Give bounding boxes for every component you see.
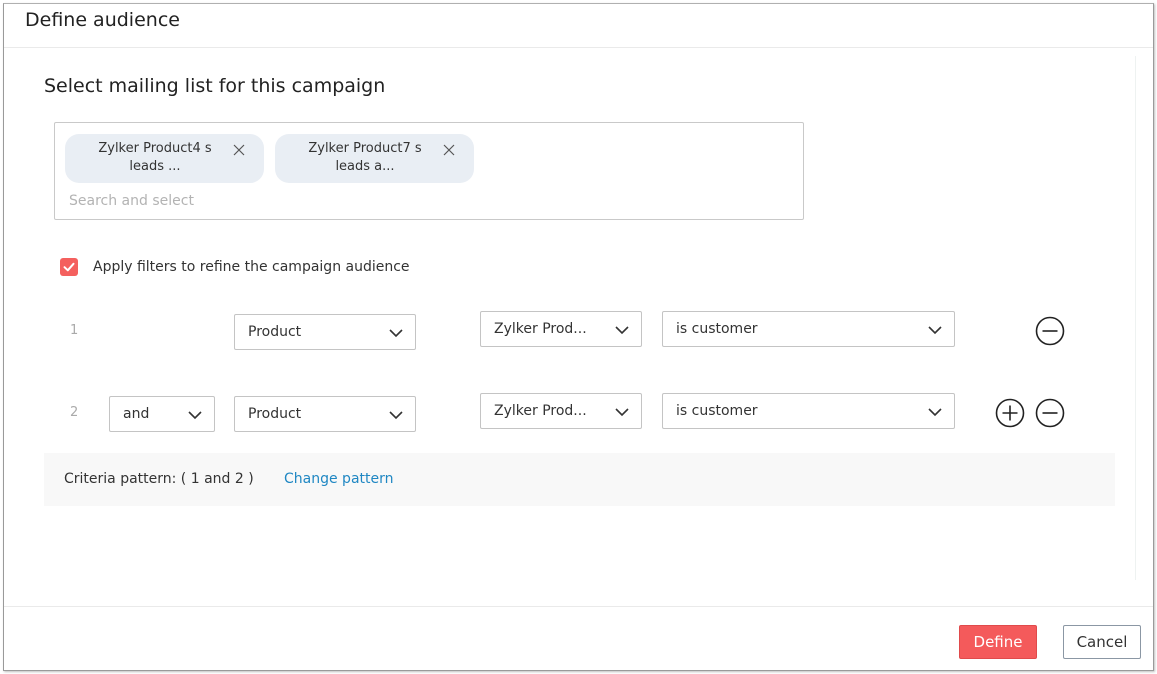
apply-filters-checkbox[interactable] (60, 258, 78, 276)
chevron-down-icon (615, 326, 629, 335)
select-value: Product (248, 406, 302, 422)
criteria-pattern-bar: Criteria pattern: ( 1 and 2 ) Change pat… (44, 453, 1115, 506)
remove-filter-icon[interactable] (1035, 316, 1065, 346)
filter-field-select[interactable]: Product (234, 314, 416, 350)
filter-condition-select[interactable]: is customer (662, 393, 955, 429)
filter-value-select[interactable]: Zylker Prod... (480, 393, 642, 429)
apply-filters-label[interactable]: Apply filters to refine the campaign aud… (93, 259, 410, 275)
checkmark-icon (63, 262, 75, 272)
close-icon[interactable] (232, 143, 246, 157)
filter-operator-select[interactable]: and (109, 396, 215, 432)
select-value: Zylker Prod... (494, 321, 587, 337)
remove-filter-icon[interactable] (1035, 398, 1065, 428)
scrollbar-track[interactable] (1135, 56, 1136, 580)
mailing-list-chip: Zylker Product4 s leads ... (65, 134, 264, 183)
define-button[interactable]: Define (959, 625, 1037, 659)
select-value: Zylker Prod... (494, 403, 587, 419)
change-pattern-link[interactable]: Change pattern (284, 471, 394, 487)
mailing-list-selector[interactable]: Zylker Product4 s leads ... Zylker Produ… (54, 122, 804, 220)
select-value: is customer (676, 403, 758, 419)
select-value: Product (248, 324, 302, 340)
chevron-down-icon (615, 408, 629, 417)
filter-field-select[interactable]: Product (234, 396, 416, 432)
mailing-list-section-title: Select mailing list for this campaign (44, 75, 386, 97)
chevron-down-icon (188, 411, 202, 420)
criteria-pattern-text: Criteria pattern: ( 1 and 2 ) (64, 471, 254, 487)
dialog-footer: Define Cancel (4, 606, 1153, 672)
add-filter-icon[interactable] (995, 398, 1025, 428)
chip-label: Zylker Product7 s leads a... (308, 141, 422, 174)
select-value: is customer (676, 321, 758, 337)
search-input[interactable] (69, 193, 769, 209)
chip-label: Zylker Product4 s leads ... (98, 141, 212, 174)
chevron-down-icon (389, 329, 403, 338)
filter-row-number: 1 (70, 323, 79, 338)
chevron-down-icon (928, 326, 942, 335)
chevron-down-icon (389, 411, 403, 420)
filter-condition-select[interactable]: is customer (662, 311, 955, 347)
mailing-list-chip: Zylker Product7 s leads a... (275, 134, 474, 183)
dialog-header: Define audience (4, 4, 1153, 48)
close-icon[interactable] (442, 143, 456, 157)
filter-row-number: 2 (70, 405, 79, 420)
filter-value-select[interactable]: Zylker Prod... (480, 311, 642, 347)
dialog-title: Define audience (25, 9, 180, 31)
select-value: and (123, 406, 150, 422)
cancel-button[interactable]: Cancel (1063, 625, 1141, 659)
chevron-down-icon (928, 408, 942, 417)
define-audience-dialog: Define audience Select mailing list for … (3, 3, 1154, 671)
